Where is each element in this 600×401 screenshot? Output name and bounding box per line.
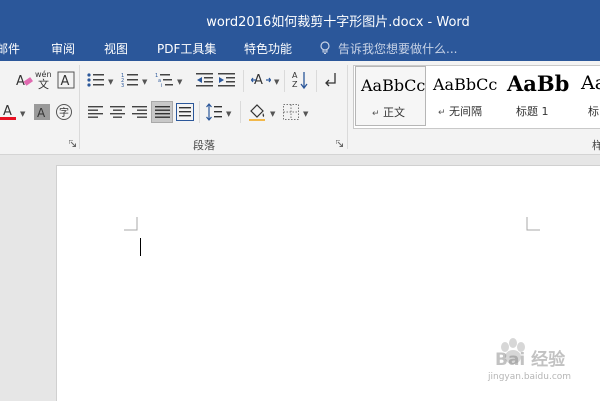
- divider-marks: [316, 70, 317, 92]
- style-sample: AaBbCc: [433, 75, 498, 94]
- svg-text:A: A: [16, 74, 25, 89]
- text-cursor: [140, 238, 141, 256]
- svg-text:A: A: [3, 104, 12, 119]
- align-center-icon[interactable]: [110, 105, 126, 119]
- character-shading-icon[interactable]: A: [34, 104, 50, 120]
- style-name: 正文: [383, 106, 406, 119]
- svg-text:文: 文: [38, 77, 49, 91]
- margin-corner-top-right: [526, 217, 540, 231]
- align-left-icon[interactable]: [88, 105, 104, 119]
- chinese-layout-dropdown-icon[interactable]: ▼: [274, 78, 279, 86]
- numbering-icon[interactable]: 1 2 3: [121, 72, 139, 88]
- style-sample: AaBbCc: [361, 76, 426, 95]
- ribbon: A wén 文 A A ▼ A 字 ▼ 1 2 3 ▼ 1 a i ▼ A ▼ …: [0, 61, 600, 155]
- svg-text:A: A: [37, 106, 46, 120]
- justify-icon: [155, 106, 170, 118]
- clear-formatting-icon[interactable]: A: [14, 71, 34, 91]
- style-heading-1[interactable]: AaBb 标题 1: [502, 66, 574, 126]
- chinese-layout-icon[interactable]: A: [251, 71, 271, 89]
- borders-icon[interactable]: [283, 104, 299, 120]
- svg-text:A: A: [61, 74, 70, 89]
- divider-paragraph-styles: [347, 65, 348, 149]
- tab-review[interactable]: 审阅: [51, 40, 75, 57]
- style-heading-2[interactable]: Aa 标: [576, 66, 600, 126]
- paragraph-dialog-launcher-icon[interactable]: [336, 140, 343, 147]
- distributed-icon[interactable]: [176, 103, 194, 121]
- font-color-dropdown-icon[interactable]: ▼: [20, 110, 25, 118]
- tab-pdf-tools[interactable]: PDF工具集: [157, 40, 216, 57]
- svg-text:i: i: [161, 83, 162, 88]
- style-name-wrap: ↵ 无间隔: [438, 103, 482, 119]
- tab-view[interactable]: 视图: [104, 40, 128, 57]
- tell-me-search[interactable]: 告诉我您想要做什么...: [338, 40, 457, 57]
- style-name: 无间隔: [449, 105, 483, 118]
- shading-icon[interactable]: [247, 102, 267, 122]
- svg-text:字: 字: [59, 106, 69, 119]
- style-no-spacing[interactable]: AaBbCc ↵ 无间隔: [428, 66, 500, 126]
- borders-dropdown-icon[interactable]: ▼: [303, 110, 308, 118]
- multilevel-dropdown-icon[interactable]: ▼: [177, 78, 182, 86]
- decrease-indent-icon[interactable]: [196, 72, 214, 88]
- style-sample: Aa: [581, 72, 600, 94]
- divider-indent: [243, 70, 244, 92]
- tab-special-features[interactable]: 特色功能: [244, 40, 292, 57]
- title-bar: word2016如何裁剪十字形图片.docx - Word: [0, 0, 600, 37]
- styles-gallery: AaBbCc ↵ 正文 AaBbCc ↵ 无间隔 AaBb 标题 1 Aa 标: [353, 65, 600, 129]
- svg-text:A: A: [292, 71, 298, 80]
- style-name-wrap: ↵ 正文: [372, 104, 405, 120]
- style-name: 标题 1: [516, 105, 549, 118]
- svg-text:3: 3: [121, 83, 124, 88]
- paragraph-group-label: 段落: [193, 139, 215, 152]
- line-spacing-icon[interactable]: [205, 103, 223, 121]
- margin-corner-top-left: [124, 217, 138, 231]
- paragraph-mark-icon: ↵: [372, 109, 380, 119]
- shading-dropdown-icon[interactable]: ▼: [270, 110, 275, 118]
- bullets-dropdown-icon[interactable]: ▼: [108, 78, 113, 86]
- show-paragraph-marks-icon[interactable]: [323, 71, 339, 89]
- increase-indent-icon[interactable]: [218, 72, 236, 88]
- window-title: word2016如何裁剪十字形图片.docx - Word: [206, 15, 470, 30]
- watermark-url: jingyan.baidu.com: [488, 372, 572, 382]
- sort-icon[interactable]: A Z: [291, 70, 309, 90]
- divider-font-paragraph: [79, 65, 80, 149]
- styles-group-label: 样: [592, 139, 600, 152]
- divider-shading: [240, 101, 241, 123]
- tab-mailings[interactable]: 邮件: [0, 40, 20, 57]
- character-border-icon[interactable]: A: [57, 71, 75, 89]
- watermark-brand: Bai 经验: [495, 350, 566, 370]
- align-right-icon[interactable]: [132, 105, 148, 119]
- bullets-icon[interactable]: [87, 72, 105, 88]
- line-spacing-dropdown-icon[interactable]: ▼: [226, 110, 231, 118]
- divider-spacing: [199, 101, 200, 123]
- style-normal[interactable]: AaBbCc ↵ 正文: [355, 66, 426, 126]
- lightbulb-icon: [320, 41, 330, 54]
- multilevel-list-icon[interactable]: 1 a i: [155, 72, 175, 88]
- svg-text:Z: Z: [292, 80, 298, 89]
- numbering-dropdown-icon[interactable]: ▼: [142, 78, 147, 86]
- style-sample: AaBb: [507, 71, 570, 96]
- font-color-icon[interactable]: A: [0, 103, 18, 121]
- justify-button[interactable]: [151, 101, 173, 123]
- ribbon-tabs: 邮件 审阅 视图 PDF工具集 特色功能 告诉我您想要做什么...: [0, 37, 600, 61]
- paragraph-mark-icon: ↵: [438, 108, 446, 118]
- style-name: 标: [588, 105, 599, 118]
- font-dialog-launcher-icon[interactable]: [69, 140, 76, 147]
- divider-sort: [284, 70, 285, 92]
- enclose-characters-icon[interactable]: 字: [55, 103, 73, 121]
- phonetic-guide-icon[interactable]: wén 文: [35, 69, 53, 91]
